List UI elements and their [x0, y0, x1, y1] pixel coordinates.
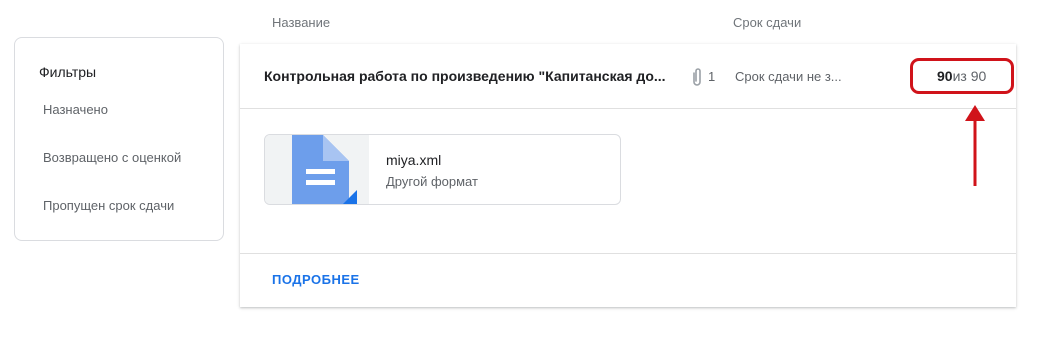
column-header-name: Название [272, 15, 331, 30]
attachment-file-type: Другой формат [386, 174, 478, 189]
filter-item-returned-graded[interactable]: Возвращено с оценкой [43, 150, 181, 165]
due-date-value: Срок сдачи не з... [735, 69, 842, 84]
card-divider [240, 253, 1016, 254]
paperclip-icon [693, 68, 701, 86]
annotation-arrow-icon [965, 105, 985, 186]
assignment-card: Контрольная работа по произведению "Капи… [240, 44, 1016, 307]
details-link[interactable]: ПОДРОБНЕЕ [272, 272, 360, 287]
filters-title: Фильтры [39, 64, 97, 80]
attachment-file-name: miya.xml [386, 152, 442, 168]
grade-highlight-outline [910, 58, 1014, 94]
document-icon [292, 135, 357, 204]
column-header-due: Срок сдачи [733, 15, 802, 30]
attachment-thumbnail [265, 135, 369, 204]
assignment-title[interactable]: Контрольная работа по произведению "Капи… [264, 68, 678, 84]
attachment-count: 1 [708, 69, 716, 84]
filter-item-missing[interactable]: Пропущен срок сдачи [43, 198, 174, 213]
assignment-row[interactable]: Контрольная работа по произведению "Капи… [240, 44, 1016, 109]
filters-panel: Фильтры Назначено Возвращено с оценкой П… [14, 37, 224, 241]
filter-item-assigned[interactable]: Назначено [43, 102, 108, 117]
attachment-card[interactable]: miya.xml Другой формат [264, 134, 621, 205]
